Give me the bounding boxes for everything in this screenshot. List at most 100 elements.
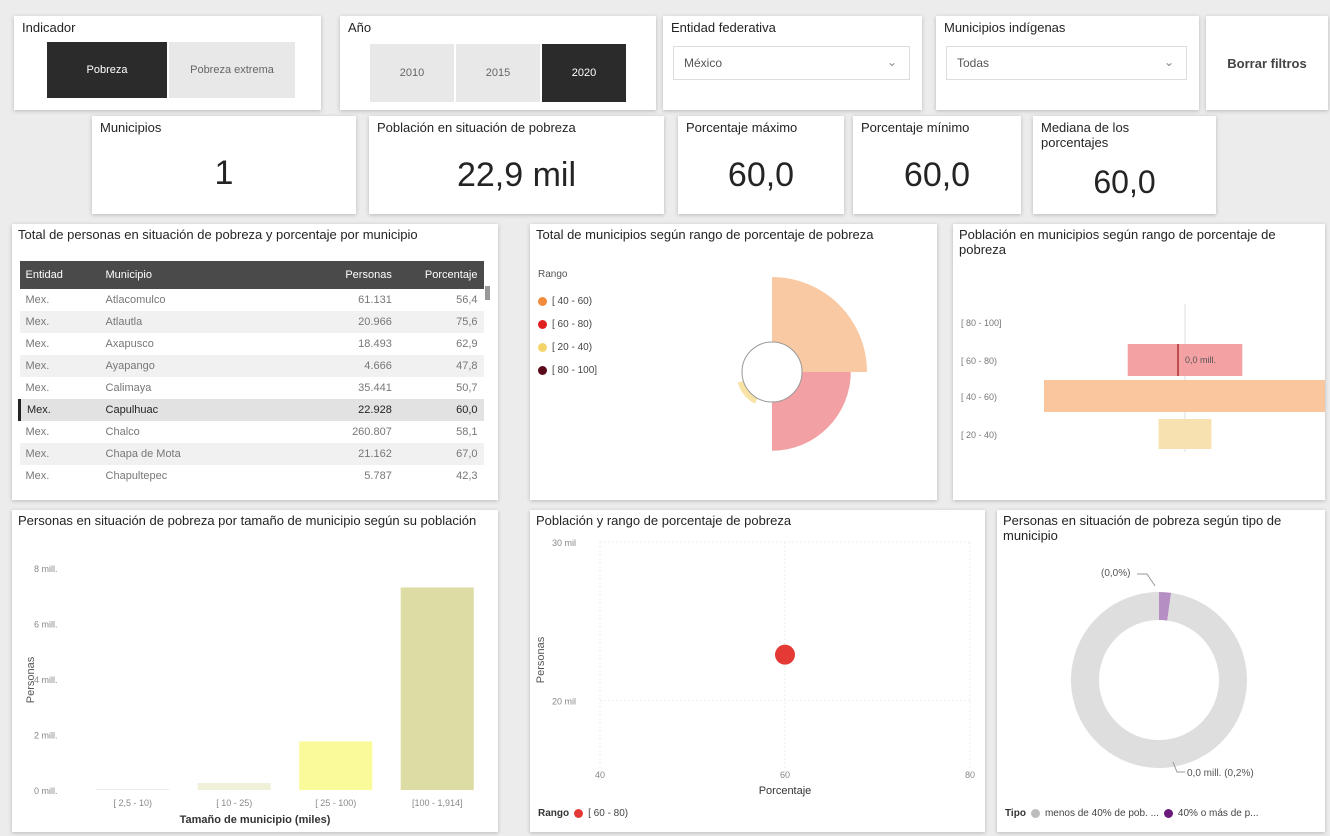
chevron-down-icon: ⌄ xyxy=(886,55,897,69)
indicador-option-pobreza-extrema[interactable]: Pobreza extrema xyxy=(169,42,295,98)
kpi-porcentaje-minimo: Porcentaje mínimo 60,0 xyxy=(853,116,1021,214)
table-row[interactable]: Mex. Capulhuac 22.928 60,0 xyxy=(17,399,484,421)
cell-porcentaje: 42,3 xyxy=(456,470,478,482)
cell-porcentaje: 67,0 xyxy=(397,443,484,465)
scatter-legend-dot xyxy=(574,809,584,818)
table-row[interactable]: Mex. Chalco 260.807 58,1 xyxy=(20,421,484,443)
filter-entidad: Entidad federativa México ⌄ xyxy=(663,16,922,110)
bar-y-tick-label: 2 mill. xyxy=(34,731,58,741)
bar-x-tick-label: [100 - 1,914] xyxy=(412,798,463,808)
kpi-minimo-label: Porcentaje mínimo xyxy=(861,120,970,135)
scatter-x-axis-label: Porcentaje xyxy=(759,785,812,797)
bar-y-tick-label: 8 mill. xyxy=(34,564,58,574)
kpi-maximo-value: 60,0 xyxy=(727,156,795,194)
bar-x-axis-label: Tamaño de municipio (miles) xyxy=(180,814,331,826)
table-row[interactable]: Mex. Chapultepec 5.787 42,3 xyxy=(20,465,484,487)
donut-legend-dot-0 xyxy=(1030,809,1040,818)
table-row[interactable]: Mex. Axapusco 18.493 62,9 xyxy=(20,333,484,355)
table-row[interactable]: Mex. Chapa de Mota 21.162 67,0 xyxy=(19,443,484,465)
kpi-poblacion-label: Población en situación de pobreza xyxy=(377,120,576,135)
bar-x-tick-label: [ 10 - 25) xyxy=(216,798,252,808)
cell-personas: 18.493 xyxy=(358,338,392,350)
bar[interactable] xyxy=(299,741,373,790)
cell-municipio: Chalco xyxy=(105,426,140,438)
column-header-municipio[interactable]: Municipio xyxy=(99,261,294,289)
kpi-mediana-value: 60,0 xyxy=(1093,164,1156,200)
data-table: Entidad Municipio Personas Porcentaje Me… xyxy=(17,261,485,487)
scatter-x-tick-label: 40 xyxy=(595,770,605,780)
cell-porcentaje: 50,7 xyxy=(456,382,478,394)
entidad-dropdown[interactable]: México ⌄ xyxy=(673,46,910,80)
donut-chart-card: Personas en situación de pobreza según t… xyxy=(997,510,1325,832)
cell-entidad: Mex. xyxy=(25,338,50,350)
column-header-porcentaje[interactable]: Porcentaje xyxy=(397,261,484,289)
bar-y-tick-label: 6 mill. xyxy=(34,620,58,630)
anio-option-2020[interactable]: 2020 xyxy=(542,44,626,102)
cell-porcentaje: 62,9 xyxy=(456,338,478,350)
table-row[interactable]: Mex. Atlautla 20.966 75,6 xyxy=(19,311,484,333)
cell-personas: 20.966 xyxy=(293,311,398,333)
cell-municipio: Chapultepec xyxy=(105,470,168,482)
kpi-poblacion: Población en situación de pobreza 22,9 m… xyxy=(369,116,664,214)
table-row[interactable]: Mex. Ayapango 4.666 47,8 xyxy=(19,355,484,377)
cell-porcentaje: 56,4 xyxy=(456,294,478,306)
scatter-y-axis-label: Personas xyxy=(535,636,547,683)
cell-municipio: Axapusco xyxy=(105,338,154,350)
bar[interactable] xyxy=(197,783,271,790)
scatter-x-tick-label: 60 xyxy=(780,770,790,780)
indicador-option-pobreza[interactable]: Pobreza xyxy=(47,42,167,98)
table-scrollbar[interactable] xyxy=(485,284,490,494)
clear-filters-label: Borrar filtros xyxy=(1227,55,1307,71)
column-header-personas[interactable]: Personas xyxy=(293,261,398,289)
scatter-x-tick-label: 80 xyxy=(965,770,975,780)
kpi-municipios-value: 1 xyxy=(214,154,234,192)
donut-leader-line xyxy=(1137,573,1156,587)
scatter-chart-card: Población y rango de porcentaje de pobre… xyxy=(530,510,985,832)
donut-legend-label-0: menos de 40% de pob. ... xyxy=(1044,808,1159,819)
bar[interactable] xyxy=(96,788,170,790)
cell-municipio: Calimaya xyxy=(105,382,152,394)
filter-indicador-title: Indicador xyxy=(22,20,76,35)
cell-entidad: Mex. xyxy=(25,470,50,482)
scatter-y-tick-label: 30 mil xyxy=(552,538,576,548)
scatter-point[interactable] xyxy=(775,644,795,665)
column-header-entidad[interactable]: Entidad xyxy=(19,261,100,289)
funnel-chart: [ 80 - 100] [ 60 - 80) [ 40 - 60) [ 20 - 40… xyxy=(961,304,1325,452)
cell-porcentaje: 75,6 xyxy=(397,311,484,333)
anio-option-2010[interactable]: 2010 xyxy=(370,44,454,102)
filter-indigenas: Municipios indígenas Todas ⌄ xyxy=(936,16,1199,110)
indigenas-dropdown[interactable]: Todas ⌄ xyxy=(946,46,1187,80)
kpi-municipios: Municipios 1 xyxy=(92,116,356,214)
funnel-chart-card: Población en municipios según rango de p… xyxy=(953,224,1325,500)
bar-y-tick-label: 4 mill. xyxy=(34,675,58,685)
scatter-chart: 20 mil 30 mil 40 60 80 Porcentaje Personas xyxy=(535,538,975,797)
donut-legend-label-1: 40% o más de p... xyxy=(1177,808,1259,819)
funnel-bar[interactable] xyxy=(1158,419,1212,449)
funnel-bar[interactable] xyxy=(1044,380,1325,412)
kpi-mediana: Mediana de los porcentajes 60,0 xyxy=(1033,116,1216,214)
cell-municipio: Atlacomulco xyxy=(105,294,166,306)
funnel-category-label: [ 20 - 40) xyxy=(961,430,997,440)
donut-slice[interactable] xyxy=(1071,592,1247,768)
entidad-dropdown-value: México xyxy=(684,56,723,70)
cell-municipio: Chapa de Mota xyxy=(99,443,294,465)
kpi-mediana-label: Mediana de los porcentajes xyxy=(1041,120,1130,150)
table-title: Total de personas en situación de pobrez… xyxy=(18,227,418,242)
table-row[interactable]: Mex. Atlacomulco 61.131 56,4 xyxy=(20,289,484,311)
scatter-legend-label: [ 60 - 80) xyxy=(588,808,629,819)
bar[interactable] xyxy=(400,587,474,790)
anio-option-2015[interactable]: 2015 xyxy=(456,44,540,102)
filter-indigenas-title: Municipios indígenas xyxy=(944,20,1066,35)
indigenas-dropdown-value: Todas xyxy=(957,56,990,70)
kpi-poblacion-value: 22,9 mil xyxy=(456,156,577,194)
table-row[interactable]: Mex. Calimaya 35.441 50,7 xyxy=(20,377,484,399)
kpi-porcentaje-maximo: Porcentaje máximo 60,0 xyxy=(678,116,844,214)
bar-y-axis-label: Personas xyxy=(25,656,37,703)
bar-y-tick-label: 0 mill. xyxy=(34,786,58,796)
table-scrollbar-thumb[interactable] xyxy=(485,286,490,300)
cell-personas: 21.162 xyxy=(293,443,398,465)
cell-entidad: Mex. xyxy=(17,399,100,421)
cell-personas: 61.131 xyxy=(358,294,392,306)
clear-filters-button[interactable]: Borrar filtros xyxy=(1206,16,1328,110)
scatter-legend: Rango [ 60 - 80) xyxy=(538,808,628,819)
